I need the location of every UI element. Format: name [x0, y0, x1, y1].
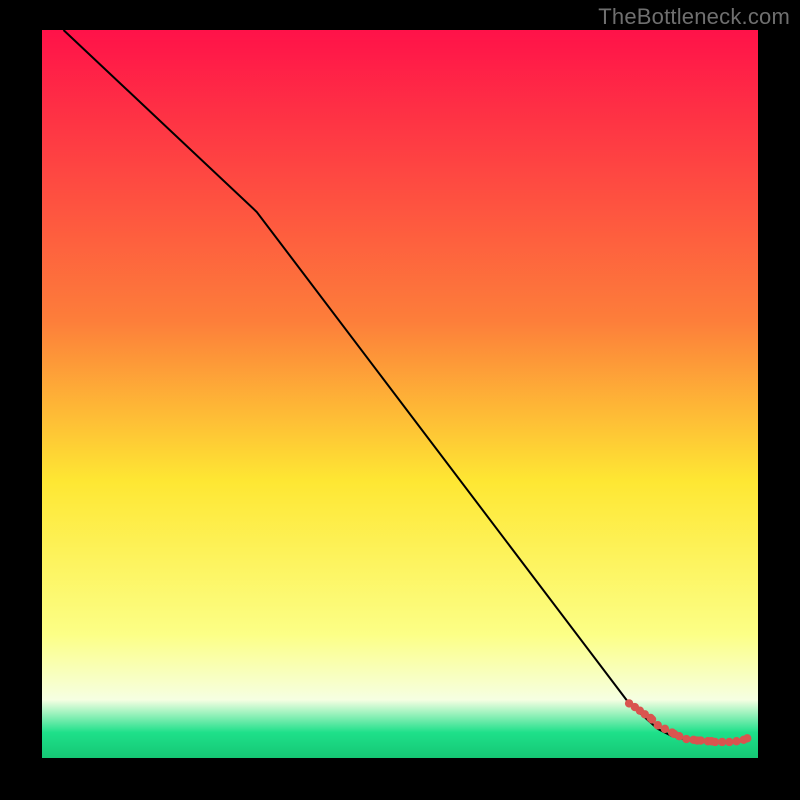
- data-point: [697, 736, 705, 744]
- gradient-bg: [42, 30, 758, 758]
- data-point: [654, 721, 662, 729]
- data-point: [661, 725, 669, 733]
- data-point: [682, 735, 690, 743]
- data-point: [732, 737, 740, 745]
- plot-area: [42, 30, 758, 758]
- chart-svg: [42, 30, 758, 758]
- data-point: [743, 734, 751, 742]
- chart-frame: TheBottleneck.com: [0, 0, 800, 800]
- attribution-text: TheBottleneck.com: [598, 4, 790, 30]
- data-point: [711, 738, 719, 746]
- data-point: [725, 738, 733, 746]
- data-point: [718, 738, 726, 746]
- data-point: [675, 732, 683, 740]
